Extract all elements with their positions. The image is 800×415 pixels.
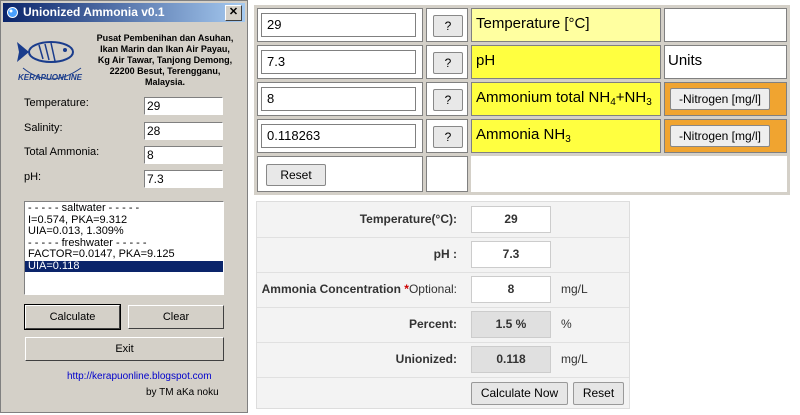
form-row-ammonia: Ammonia Concentration *Optional: 8 mg/L [257, 272, 629, 308]
result-item[interactable]: FACTOR=0.0147, PKA=9.125 [25, 248, 223, 261]
ammonia-grid-calculator: 29 ? Temperature [°C] 7.3 ? pH Units 8 ?… [254, 5, 790, 195]
address-block: Pusat Pembenihan dan Asuhan, Ikan Marin … [89, 33, 241, 88]
temperature-help-button[interactable]: ? [433, 15, 463, 37]
form-row-percent: Percent: 1.5 % % [257, 307, 629, 343]
form-unionized-unit: mg/L [561, 352, 588, 366]
form-ammonia-input[interactable]: 8 [471, 276, 551, 303]
ph-help-button[interactable]: ? [433, 52, 463, 74]
form-percent-unit: % [561, 317, 572, 331]
grid-value-cell: 8 [257, 82, 423, 116]
logo-wordmark: KERAPUONLINE [18, 73, 83, 82]
optional-text: Optional: [408, 282, 457, 296]
ammonium-help-button[interactable]: ? [433, 89, 463, 111]
temperature-unit-label: Temperature [°C] [471, 8, 661, 42]
form-ph-input[interactable]: 7.3 [471, 241, 551, 268]
form-ph-label: pH : [433, 247, 457, 261]
ammonia-nh3-label: Ammonia NH3 [471, 119, 661, 153]
form-row-unionized: Unionized: 0.118 mg/L [257, 342, 629, 378]
close-button[interactable]: ✕ [225, 5, 242, 21]
form-row-ph: pH : 7.3 [257, 237, 629, 273]
title-bar[interactable]: Unionized Ammonia v0.1 ✕ [3, 3, 245, 22]
ammonia-app-window: Unionized Ammonia v0.1 ✕ KERAPUONLINE Pu… [0, 0, 248, 413]
grid-value-cell: 0.118263 [257, 119, 423, 153]
ammonia-unit-cell: -Nitrogen [mg/l] [664, 119, 787, 153]
address-line: Pusat Pembenihan dan Asuhan, [96, 33, 234, 43]
ph-label: pH [471, 45, 661, 79]
total-ammonia-input[interactable]: 8 [144, 146, 223, 164]
unionized-ammonia-form: Temperature(°C): 29 pH : 7.3 Ammonia Con… [256, 201, 630, 409]
grid-reset-cell: Reset [257, 156, 423, 192]
form-ammonia-unit: mg/L [561, 282, 588, 296]
result-item[interactable]: UIA=0.013, 1.309% [25, 225, 223, 238]
calculate-now-button[interactable]: Calculate Now [471, 382, 568, 405]
ammonia-nh3-input[interactable]: 0.118263 [261, 124, 416, 148]
form-percent-label: Percent: [408, 317, 457, 331]
grid-help-cell: ? [426, 8, 468, 42]
result-item-selected[interactable]: UIA=0.118 [25, 260, 223, 272]
temperature-input[interactable]: 29 [144, 97, 223, 115]
ammonium-total-label: Ammonium total NH4+NH3 [471, 82, 661, 116]
form-row-temperature: Temperature(°C): 29 [257, 202, 629, 238]
grid-help-cell: ? [426, 45, 468, 79]
ph-units-cell: Units [664, 45, 787, 79]
ammonium-label-plus: +NH [615, 89, 647, 106]
clear-button[interactable]: Clear [128, 305, 224, 329]
form-temperature-input[interactable]: 29 [471, 206, 551, 233]
temperature-extra-cell [664, 8, 787, 42]
ammonia-nh3-subscript: 3 [565, 134, 571, 145]
author-credit: by TM aKa noku [146, 387, 219, 398]
ammonia-label-text: Ammonia NH [476, 126, 566, 143]
form-percent-output: 1.5 % [471, 311, 551, 338]
salinity-input[interactable]: 28 [144, 122, 223, 140]
ph-input[interactable]: 7.3 [144, 170, 223, 188]
grid-value-cell: 29 [257, 8, 423, 42]
ammonia-help-button[interactable]: ? [433, 126, 463, 148]
ammonium-unit-cell: -Nitrogen [mg/l] [664, 82, 787, 116]
address-line: Kg Air Tawar, Tanjong Demong, [97, 55, 233, 65]
grid-help-cell: ? [426, 82, 468, 116]
salinity-label: Salinity: [24, 122, 63, 134]
grid-value-cell: 7.3 [257, 45, 423, 79]
calculate-button[interactable]: Calculate [24, 304, 121, 330]
address-line: Ikan Marin dan Ikan Air Payau, [100, 44, 230, 54]
grid-empty-cell [426, 156, 468, 192]
grid-reset-button[interactable]: Reset [266, 164, 326, 186]
fish-logo: KERAPUONLINE [17, 41, 83, 82]
grid-empty-area [471, 156, 787, 192]
exit-button[interactable]: Exit [25, 337, 224, 361]
address-line: Malaysia. [144, 77, 186, 87]
result-item[interactable]: - - - - - saltwater - - - - - [25, 202, 223, 215]
ammonium-total-input[interactable]: 8 [261, 87, 416, 111]
grid-help-cell: ? [426, 119, 468, 153]
temperature-label: Temperature: [24, 97, 89, 109]
total-ammonia-label: Total Ammonia: [24, 146, 100, 158]
form-temperature-label: Temperature(°C): [359, 212, 457, 226]
close-icon: ✕ [228, 6, 239, 18]
form-unionized-output: 0.118 [471, 346, 551, 373]
form-reset-button[interactable]: Reset [573, 382, 624, 405]
temperature-value-input[interactable]: 29 [261, 13, 416, 37]
ammonia-concentration-text: Ammonia Concentration [261, 282, 405, 296]
results-listbox[interactable]: - - - - - saltwater - - - - - I=0.574, P… [24, 201, 224, 295]
ph-label: pH: [24, 171, 42, 183]
app-icon [7, 7, 18, 18]
ph-value-input[interactable]: 7.3 [261, 50, 416, 74]
window-title: Unionized Ammonia v0.1 [23, 5, 165, 19]
address-line: 22200 Besut, Terengganu, [109, 66, 221, 76]
ammonia-nitrogen-unit-button[interactable]: -Nitrogen [mg/l] [670, 125, 770, 147]
form-ammonia-label: Ammonia Concentration *Optional: [257, 282, 457, 296]
ammonium-label-text: Ammonium total NH [476, 89, 611, 106]
form-unionized-label: Unionized: [395, 352, 457, 366]
ammonium-nitrogen-unit-button[interactable]: -Nitrogen [mg/l] [670, 88, 770, 110]
blog-link[interactable]: http://kerapuonline.blogspot.com [67, 371, 212, 382]
ammonia-subscript: 3 [646, 97, 652, 108]
